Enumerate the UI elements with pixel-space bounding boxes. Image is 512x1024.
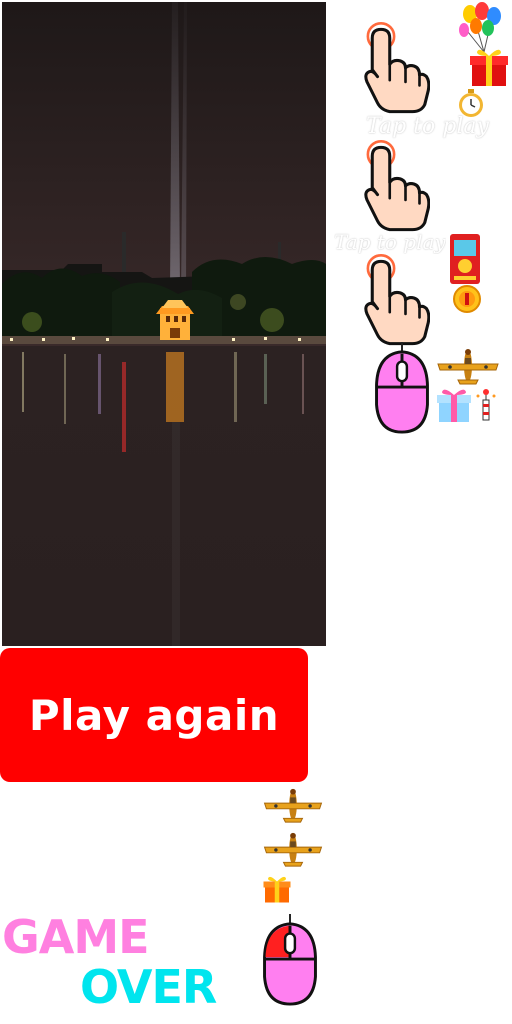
- gift-box-icon: [436, 388, 472, 424]
- balloons-gift-icon: [454, 2, 512, 88]
- finger-tap-icon: [360, 18, 430, 116]
- mouse-click-icon: [372, 342, 432, 436]
- play-again-label: Play again: [28, 690, 280, 740]
- finger-tap-icon: [360, 136, 430, 234]
- small-gift-icon: [262, 870, 292, 908]
- firecracker-icon: [474, 388, 498, 422]
- game-over-text-game: GAME: [2, 910, 150, 964]
- lake-night-photo: [2, 2, 326, 646]
- game-over-line1: GAME: [2, 910, 150, 964]
- red-envelope-icon: [448, 232, 482, 286]
- gold-coin-icon: [452, 284, 482, 314]
- airplane-icon: [436, 346, 500, 386]
- mouse-click-icon: [260, 914, 320, 1008]
- game-over-line2: OVER: [80, 960, 217, 1014]
- game-over-text-over: OVER: [80, 960, 217, 1014]
- play-again-button[interactable]: Play again: [0, 648, 308, 782]
- finger-tap-icon: [360, 250, 430, 348]
- airplane-icon: [262, 830, 324, 868]
- airplane-icon: [262, 786, 324, 824]
